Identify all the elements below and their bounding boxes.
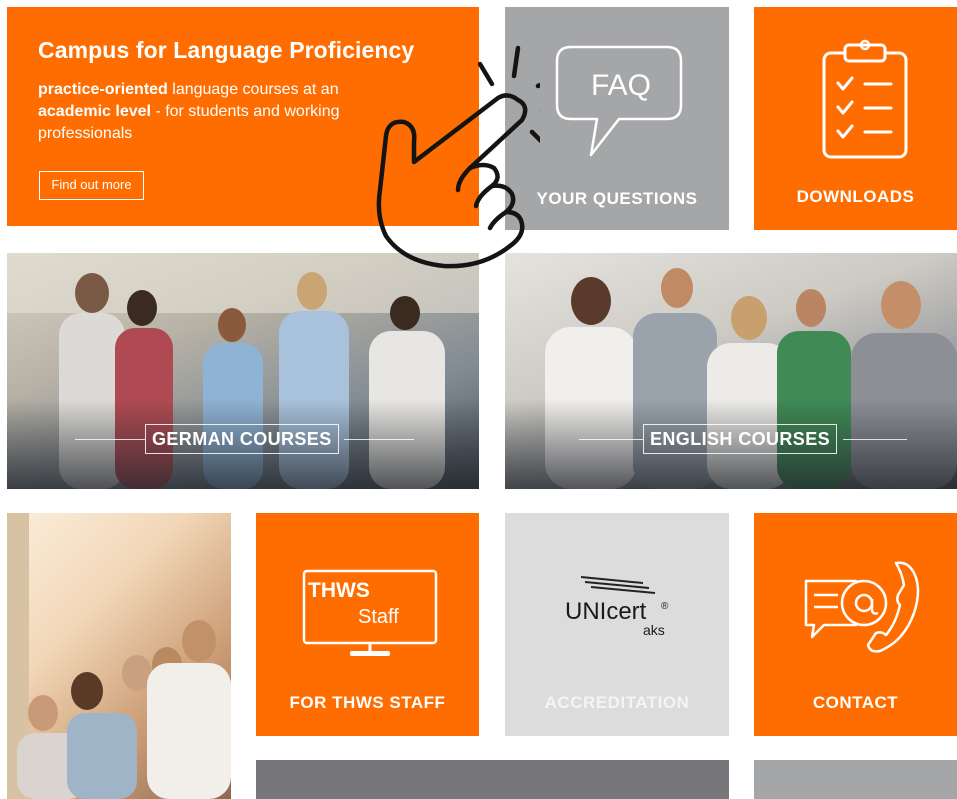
monitor-text-line2: Staff: [358, 606, 399, 628]
students-group-photo: [7, 513, 231, 799]
hero-desc-bold-1: practice-oriented: [38, 81, 168, 98]
partial-tile-right[interactable]: [754, 760, 957, 799]
unicert-logo: UNIcert ® aks: [565, 576, 669, 637]
downloads-tile[interactable]: DOWNLOADS: [754, 7, 957, 230]
german-courses-tile[interactable]: GERMAN COURSES: [7, 253, 479, 489]
monitor-icon: THWS Staff: [302, 569, 438, 656]
english-courses-label: ENGLISH COURSES: [643, 424, 838, 454]
contact-label: CONTACT: [812, 693, 899, 712]
speech-bubble-icon: FAQ: [555, 45, 683, 157]
german-courses-label: GERMAN COURSES: [145, 424, 339, 454]
partial-tile-grey[interactable]: [256, 760, 729, 799]
accreditation-tile[interactable]: UNIcert ® aks ACCREDITATION: [505, 513, 729, 736]
thws-staff-label: FOR THWS STAFF: [289, 693, 446, 712]
hero-desc-bold-2: academic level: [38, 103, 151, 120]
faq-icon-text: FAQ: [591, 69, 651, 102]
unicert-logo-sub: aks: [643, 622, 665, 637]
pointing-hand-icon: [376, 45, 540, 269]
english-courses-tile[interactable]: ENGLISH COURSES: [505, 253, 957, 489]
clipboard-checklist-icon: [822, 39, 908, 159]
hero-description: practice-oriented language courses at an…: [38, 79, 398, 145]
unicert-logo-text: UNIcert: [565, 598, 647, 625]
downloads-label: DOWNLOADS: [796, 187, 915, 206]
thws-staff-tile[interactable]: THWS Staff FOR THWS STAFF: [256, 513, 479, 736]
monitor-text-line1: THWS: [308, 579, 370, 602]
find-out-more-button[interactable]: Find out more: [39, 171, 144, 200]
unicert-logo-reg: ®: [661, 601, 669, 612]
contact-tile[interactable]: CONTACT: [754, 513, 957, 736]
accreditation-label: ACCREDITATION: [544, 693, 690, 712]
email-phone-icon: [804, 561, 920, 653]
hero-desc-text-1: language courses at an: [167, 81, 339, 98]
hero-title: Campus for Language Proficiency: [38, 37, 415, 63]
